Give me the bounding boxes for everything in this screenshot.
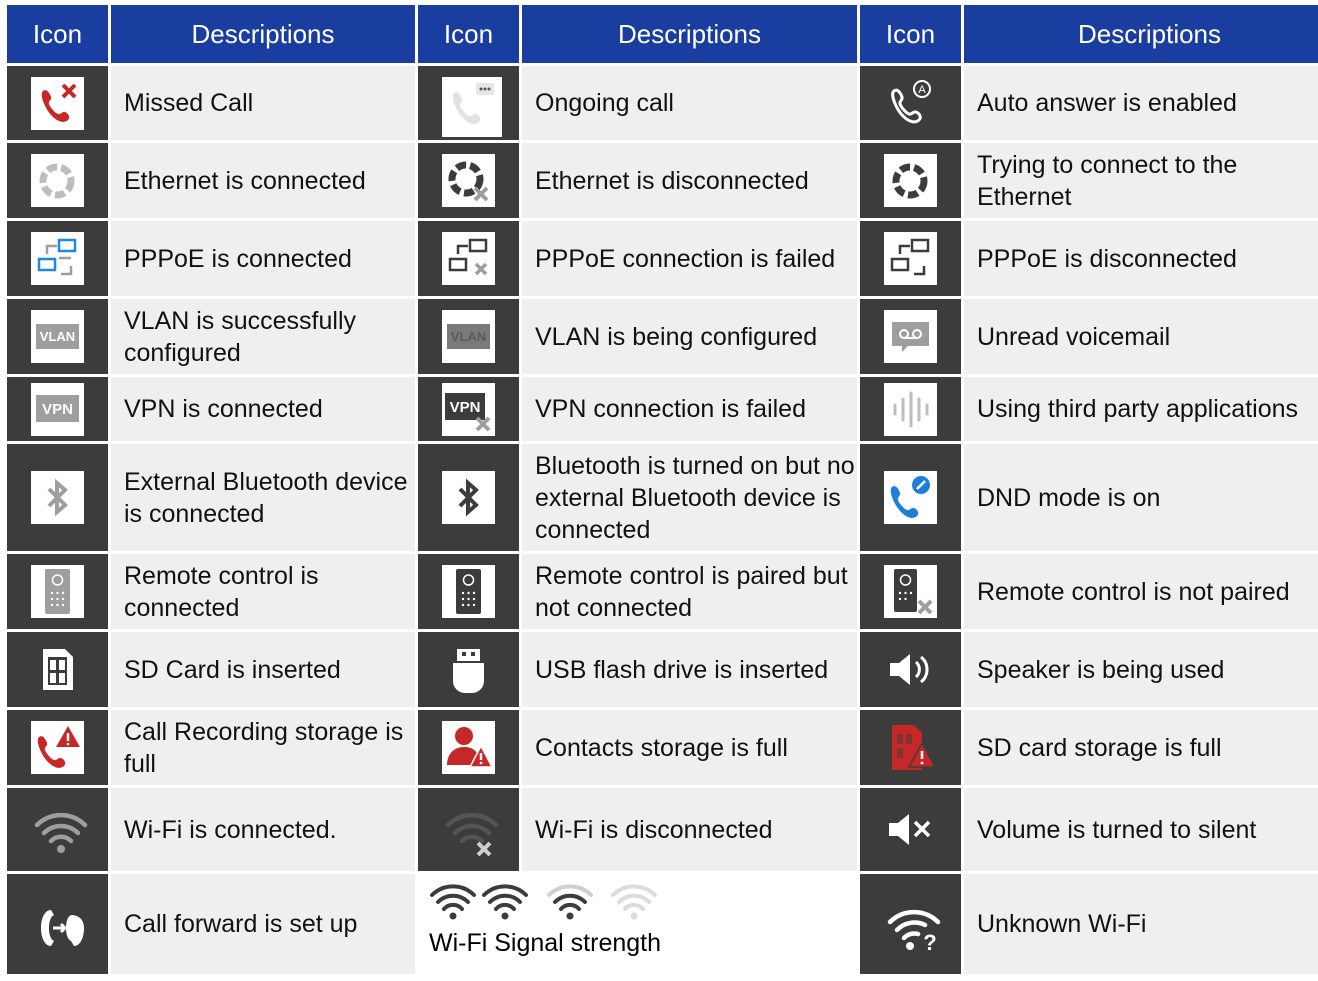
description-cell: Trying to connect to the Ethernet (964, 143, 1318, 218)
missed-call-icon (31, 76, 84, 130)
sd-card-full-icon (884, 721, 937, 774)
auto-answer-icon: A (884, 77, 937, 130)
header-icon-2: Icon (418, 5, 519, 63)
description-cell: Remote control is not paired (964, 554, 1318, 629)
wifi-signal-0-icon (608, 877, 660, 929)
table-row: Missed Call Ongoing call A Auto answer i… (7, 66, 1318, 140)
description-cell: PPPoE connection is failed (522, 221, 857, 296)
table-row: Call forward is set up Wi-Fi Signal stre… (7, 874, 1318, 974)
description-cell: Call Recording storage is full (111, 710, 415, 785)
remote-paired-icon (442, 565, 495, 618)
svg-text:VLAN: VLAN (451, 329, 486, 344)
description-cell: Call forward is set up (111, 874, 415, 974)
svg-text:A: A (918, 84, 926, 96)
description-cell: Volume is turned to silent (964, 788, 1318, 871)
description-cell: Speaker is being used (964, 632, 1318, 707)
ongoing-call-icon (442, 76, 502, 137)
ethernet-connected-icon (31, 154, 84, 207)
description-cell: Using third party applications (964, 377, 1318, 441)
table-row: PPPoE is connected PPPoE connection is f… (7, 221, 1318, 296)
call-recording-full-icon (31, 721, 84, 774)
wifi-signal-strength-icons (418, 877, 857, 929)
unknown-wifi-icon: ? (884, 898, 941, 955)
vlan-configured-icon: VLAN (31, 310, 84, 363)
description-cell: SD card storage is full (964, 710, 1318, 785)
table-row: Ethernet is connected Ethernet is discon… (7, 143, 1318, 218)
pppoe-failed-icon (442, 232, 495, 285)
wifi-signal-2-icon (544, 877, 596, 929)
description-cell: Unread voicemail (964, 299, 1318, 374)
description-cell: Missed Call (111, 66, 415, 140)
table-row: External Bluetooth device is connected B… (7, 444, 1318, 551)
description-cell: DND mode is on (964, 444, 1318, 551)
description-cell: PPPoE is disconnected (964, 221, 1318, 296)
description-cell: Wi-Fi Signal strength (429, 929, 662, 957)
description-cell: Remote control is connected (111, 554, 415, 629)
status-icons-table: Icon Descriptions Icon Descriptions Icon… (4, 2, 1318, 977)
voicemail-icon (884, 310, 937, 363)
description-cell: SD Card is inserted (111, 632, 415, 707)
description-cell: Ethernet is connected (111, 143, 415, 218)
description-cell: Auto answer is enabled (964, 66, 1318, 140)
svg-text:?: ? (923, 930, 936, 955)
description-cell: VPN connection is failed (522, 377, 857, 441)
pppoe-disconnected-icon (884, 232, 937, 285)
speaker-icon (884, 643, 937, 696)
header-descriptions-2: Descriptions (522, 5, 857, 63)
description-cell: Contacts storage is full (522, 710, 857, 785)
description-cell: Bluetooth is turned on but no external B… (522, 444, 857, 551)
description-cell: VLAN is successfully configured (111, 299, 415, 374)
ethernet-connecting-icon (884, 154, 937, 207)
call-forward-icon (31, 898, 84, 951)
description-cell: VLAN is being configured (522, 299, 857, 374)
svg-text:VPN: VPN (42, 401, 73, 418)
ethernet-disconnected-icon (442, 154, 495, 207)
svg-text:VPN: VPN (450, 399, 481, 416)
table-row: Call Recording storage is full Contacts … (7, 710, 1318, 785)
wifi-connected-icon (31, 803, 88, 856)
bluetooth-on-icon (442, 471, 495, 524)
description-cell: External Bluetooth device is connected (111, 444, 415, 551)
svg-text:VLAN: VLAN (40, 329, 75, 344)
usb-drive-icon (442, 643, 495, 696)
description-cell: Unknown Wi-Fi (964, 874, 1318, 974)
description-cell: Wi-Fi is connected. (111, 788, 415, 871)
remote-not-paired-icon (884, 565, 937, 618)
description-cell: Ongoing call (522, 66, 857, 140)
description-cell: Remote control is paired but not connect… (522, 554, 857, 629)
third-party-app-icon (884, 382, 937, 436)
description-cell: USB flash drive is inserted (522, 632, 857, 707)
description-cell: VPN is connected (111, 377, 415, 441)
header-row: Icon Descriptions Icon Descriptions Icon… (7, 5, 1318, 63)
table-row: Remote control is connected Remote contr… (7, 554, 1318, 629)
description-cell: Wi-Fi is disconnected (522, 788, 857, 871)
vpn-failed-icon: VPN (442, 382, 495, 436)
header-icon-3: Icon (860, 5, 961, 63)
remote-connected-icon (31, 565, 84, 618)
bluetooth-device-connected-icon (31, 471, 84, 524)
sd-card-icon (31, 643, 84, 696)
vlan-configuring-icon: VLAN (442, 310, 495, 363)
header-descriptions-1: Descriptions (111, 5, 415, 63)
table-row: SD Card is inserted USB flash drive is i… (7, 632, 1318, 707)
table-row: Wi-Fi is connected. Wi-Fi is disconnecte… (7, 788, 1318, 871)
wifi-signal-4-icon (428, 877, 532, 929)
table-row: VLAN VLAN is successfully configured VLA… (7, 299, 1318, 374)
pppoe-connected-icon (31, 232, 84, 285)
header-icon-1: Icon (7, 5, 108, 63)
table-row: VPN VPN is connected VPN VPN connection … (7, 377, 1318, 441)
wifi-signal-strength-cell: Wi-Fi Signal strength (418, 874, 857, 974)
dnd-icon (884, 471, 937, 524)
vpn-connected-icon: VPN (31, 382, 84, 436)
description-cell: Ethernet is disconnected (522, 143, 857, 218)
volume-silent-icon (884, 803, 937, 856)
contacts-full-icon (442, 721, 495, 774)
wifi-disconnected-icon (442, 803, 499, 857)
description-cell: PPPoE is connected (111, 221, 415, 296)
header-descriptions-3: Descriptions (964, 5, 1318, 63)
